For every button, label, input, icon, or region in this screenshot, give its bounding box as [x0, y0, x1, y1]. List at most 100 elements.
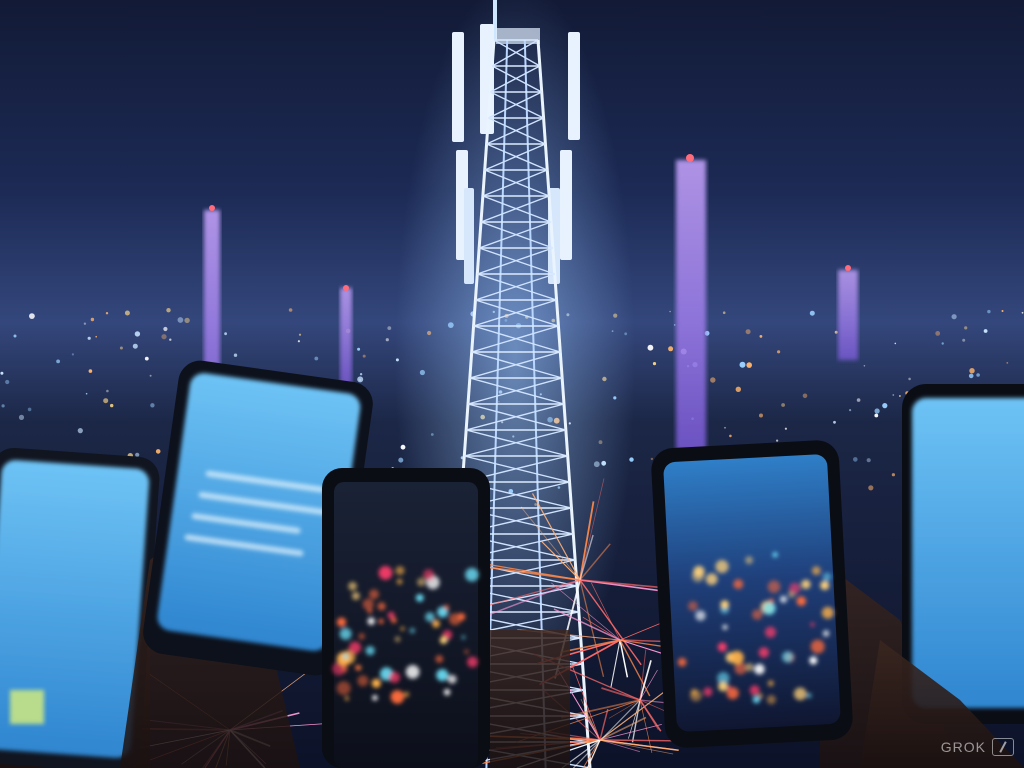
- spire-right: [676, 160, 706, 450]
- city-light: [853, 457, 858, 462]
- screen-bokeh-light: [693, 565, 705, 578]
- screen-bokeh-light: [715, 559, 729, 574]
- city-light: [177, 317, 184, 323]
- city-light: [863, 365, 866, 367]
- antenna-panel: [568, 32, 580, 140]
- screen-bokeh-light: [695, 610, 706, 621]
- city-light: [968, 373, 974, 379]
- city-light: [722, 311, 726, 315]
- city-light: [856, 398, 861, 402]
- city-light: [874, 408, 880, 414]
- screen-bokeh-light: [722, 624, 728, 630]
- city-light: [745, 329, 751, 335]
- screen-bokeh-light: [822, 572, 832, 582]
- city-light: [5, 379, 10, 385]
- city-light: [1001, 310, 1004, 312]
- screen-bokeh-light: [403, 691, 410, 698]
- screen-bokeh-light: [749, 685, 760, 696]
- city-light: [149, 374, 152, 377]
- city-light: [132, 343, 138, 349]
- city-light: [135, 452, 140, 457]
- screen-bokeh-light: [461, 635, 466, 640]
- city-light: [874, 413, 879, 418]
- screen-bokeh-light: [772, 552, 778, 558]
- screen-bokeh-light: [765, 626, 776, 638]
- city-light: [90, 317, 95, 322]
- city-light: [105, 312, 109, 315]
- screen-bokeh-light: [449, 613, 462, 626]
- city-light: [298, 333, 302, 336]
- spire-left-beacon: [209, 205, 215, 211]
- screen-bokeh-light: [720, 600, 729, 609]
- city-light: [976, 373, 980, 377]
- antenna-panel: [464, 188, 474, 284]
- screen-bokeh-light: [336, 681, 351, 696]
- screen-bokeh-light: [390, 690, 405, 704]
- antenna-panel: [560, 150, 572, 260]
- city-light: [387, 326, 392, 330]
- screen-bokeh-light: [447, 674, 457, 684]
- city-light: [1006, 362, 1009, 364]
- screen-bokeh-light: [752, 609, 763, 620]
- screen-bokeh-light: [789, 582, 801, 595]
- screen-bokeh-light: [703, 687, 713, 697]
- screen-bokeh-light: [730, 650, 744, 665]
- spire-small-beacon: [343, 285, 349, 291]
- city-light: [1, 404, 5, 408]
- screen-bokeh-light: [677, 657, 687, 667]
- screen-bokeh-light: [758, 693, 763, 699]
- city-light: [735, 386, 741, 392]
- screen-bokeh-light: [801, 579, 811, 589]
- screen-bokeh-light: [809, 656, 818, 665]
- city-light: [362, 354, 366, 358]
- screen-bokeh-light: [733, 579, 744, 590]
- city-light: [882, 403, 888, 409]
- screen-bokeh-light: [395, 566, 405, 576]
- screen-bokeh-light: [358, 633, 365, 640]
- city-light: [710, 377, 716, 383]
- city-light: [802, 393, 808, 399]
- city-light: [103, 398, 109, 404]
- city-light: [784, 427, 788, 430]
- screen-bokeh-light: [779, 595, 788, 603]
- screen-bokeh-light: [396, 578, 403, 585]
- city-light: [777, 350, 781, 354]
- city-light: [166, 308, 171, 313]
- city-light: [155, 449, 161, 454]
- screen-bokeh-light: [336, 617, 347, 627]
- screen-bokeh-light: [767, 580, 781, 593]
- city-light: [892, 394, 895, 396]
- city-light: [106, 389, 109, 393]
- screen-bokeh-light: [793, 687, 807, 701]
- city-light: [71, 353, 74, 356]
- antenna-panel: [452, 32, 464, 142]
- screen-bokeh-light: [369, 589, 379, 600]
- city-light: [650, 457, 654, 461]
- screen-bokeh-light: [351, 592, 360, 600]
- city-light: [119, 346, 123, 350]
- screen-bokeh-light: [341, 665, 348, 673]
- screen-bokeh-light: [377, 602, 386, 611]
- screen-bokeh-light: [443, 688, 451, 696]
- city-light: [169, 338, 172, 341]
- screen-bokeh-light: [810, 639, 825, 654]
- city-light: [18, 414, 25, 420]
- screen-bokeh-light: [357, 675, 369, 687]
- screen-bokeh-light: [745, 556, 753, 565]
- screen-bokeh-light: [820, 580, 830, 591]
- screen-bokeh-light: [378, 566, 393, 580]
- city-light: [161, 334, 167, 340]
- city-light: [95, 335, 97, 338]
- city-light: [987, 309, 991, 314]
- spire-far-right-beacon: [845, 265, 851, 271]
- screen-bokeh-light: [754, 663, 765, 675]
- city-light: [83, 322, 87, 325]
- city-light: [359, 373, 363, 376]
- city-light: [77, 428, 83, 434]
- spire-far-right: [838, 270, 858, 360]
- city-light: [868, 485, 874, 491]
- city-light: [951, 314, 957, 320]
- city-light: [969, 368, 975, 374]
- screen-bokeh-light: [810, 622, 815, 627]
- watermark-text: GROK: [940, 739, 986, 755]
